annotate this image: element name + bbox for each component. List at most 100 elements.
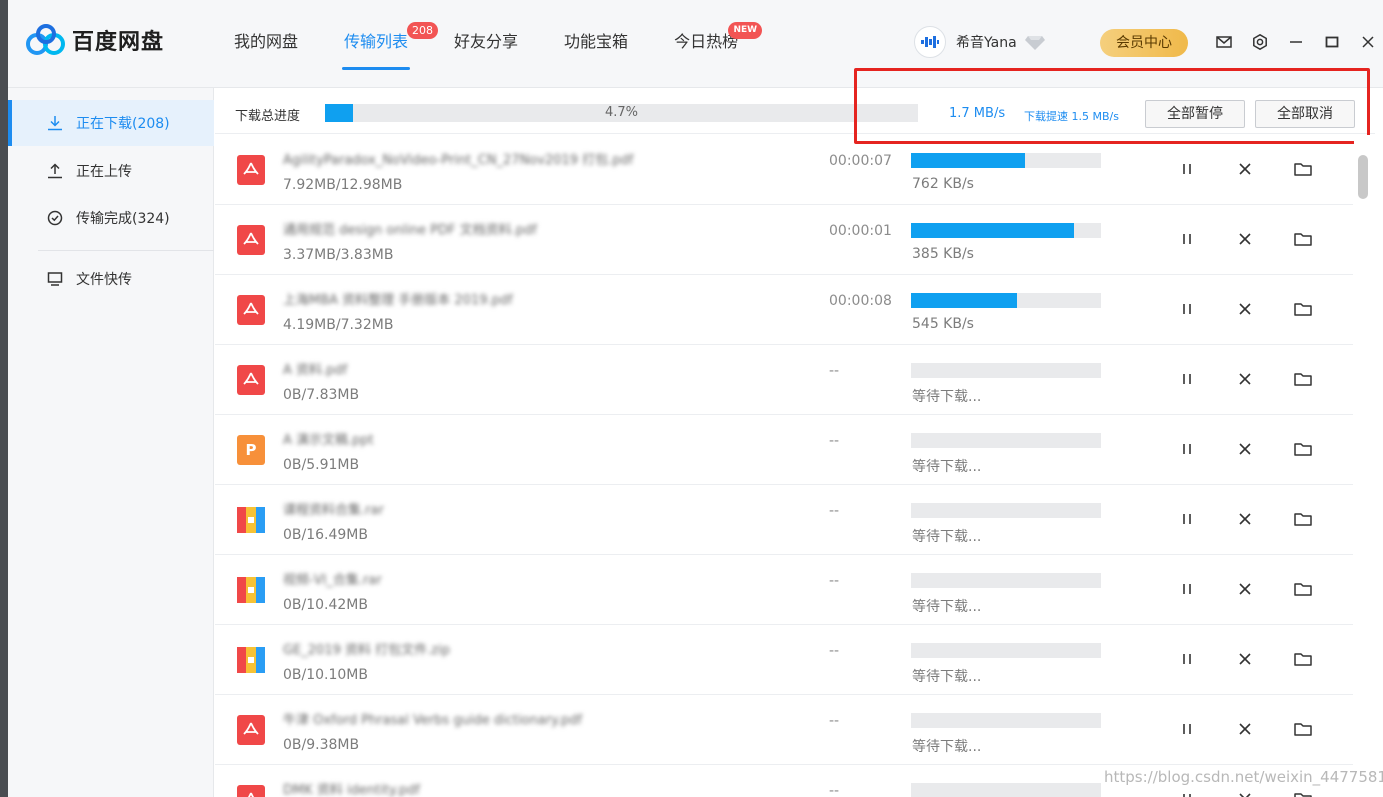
vip-center-button[interactable]: 会员中心: [1100, 29, 1188, 57]
tab-toolbox[interactable]: 功能宝箱: [562, 0, 630, 88]
file-progress-fill: [911, 293, 1018, 308]
file-progress-track: [911, 713, 1101, 728]
main-nav: 我的网盘 传输列表 208 好友分享 功能宝箱 今日热榜 NEW: [232, 0, 782, 88]
close-icon[interactable]: [1358, 30, 1378, 54]
file-status: 545 KB/s: [912, 316, 974, 332]
folder-icon[interactable]: [1291, 157, 1315, 181]
file-size: 4.19MB/7.32MB: [283, 317, 394, 333]
cancel-icon[interactable]: [1233, 437, 1257, 461]
pause-icon[interactable]: [1175, 577, 1199, 601]
tab-friend-share[interactable]: 好友分享: [452, 0, 520, 88]
pause-icon[interactable]: [1175, 367, 1199, 391]
download-row[interactable]: 牛津 Oxford Phrasal Verbs guide dictionary…: [215, 695, 1353, 765]
pdf-file-icon: [237, 295, 265, 325]
pause-icon[interactable]: [1175, 297, 1199, 321]
cancel-all-button[interactable]: 全部取消: [1255, 100, 1355, 128]
file-status: 等待下载...: [912, 459, 982, 475]
avatar[interactable]: [914, 26, 946, 58]
file-progress-track: [911, 223, 1101, 238]
file-progress-track: [911, 293, 1101, 308]
file-size: 3.37MB/3.83MB: [283, 247, 394, 263]
file-name: A 资料.pdf: [283, 363, 348, 377]
archive-file-icon: [237, 505, 265, 535]
sidebar-item-completed[interactable]: 传输完成(324): [8, 195, 214, 241]
overall-progress-bar: 下载总进度 4.7% 1.7 MB/s 下载提速 1.5 MB/s 全部暂停 全…: [215, 92, 1375, 134]
pause-icon[interactable]: [1175, 437, 1199, 461]
pause-icon[interactable]: [1175, 647, 1199, 671]
file-name: DMK 资料 identity.pdf: [283, 783, 420, 797]
cancel-icon[interactable]: [1233, 507, 1257, 531]
tab-label: 功能宝箱: [564, 32, 629, 51]
file-status: 等待下载...: [912, 669, 982, 685]
file-size: 0B/16.49MB: [283, 527, 368, 543]
pause-icon[interactable]: [1175, 157, 1199, 181]
scrollbar[interactable]: [1354, 135, 1375, 797]
download-row[interactable]: 视频-VI_合集.rar 0B/10.42MB -- 等待下载...: [215, 555, 1353, 625]
file-size: 0B/5.91MB: [283, 457, 360, 473]
user-profile[interactable]: 希音Yana: [914, 26, 1045, 58]
file-name: 上海MBA 资料整理 手册版本 2019.pdf: [283, 293, 513, 307]
pause-icon[interactable]: [1175, 787, 1199, 797]
file-progress-fill: [911, 223, 1075, 238]
file-status: 等待下载...: [912, 739, 982, 755]
mail-icon[interactable]: [1214, 30, 1234, 54]
file-name: A 演示文稿.ppt: [283, 433, 374, 447]
maximize-icon[interactable]: [1322, 30, 1342, 54]
title-bar: 百度网盘 我的网盘 传输列表 208 好友分享 功能宝箱 今日热榜 NEW 希音…: [8, 0, 1383, 88]
download-row[interactable]: A 资料.pdf 0B/7.83MB -- 等待下载...: [215, 345, 1353, 415]
pdf-file-icon: [237, 155, 265, 185]
download-row[interactable]: 课程资料合集.rar 0B/16.49MB -- 等待下载...: [215, 485, 1353, 555]
download-row[interactable]: 上海MBA 资料整理 手册版本 2019.pdf 4.19MB/7.32MB 00:…: [215, 275, 1353, 345]
file-progress-track: [911, 503, 1101, 518]
time-remaining: --: [829, 433, 840, 449]
gear-icon[interactable]: [1250, 30, 1270, 54]
scrollbar-thumb[interactable]: [1358, 155, 1368, 199]
file-name: GE_2019 资料 打包文件.zip: [283, 643, 450, 657]
cancel-icon[interactable]: [1233, 157, 1257, 181]
folder-icon[interactable]: [1291, 787, 1315, 797]
file-progress-fill: [911, 153, 1025, 168]
pause-icon[interactable]: [1175, 227, 1199, 251]
file-progress-track: [911, 433, 1101, 448]
download-row[interactable]: GE_2019 资料 打包文件.zip 0B/10.10MB -- 等待下载...: [215, 625, 1353, 695]
folder-icon[interactable]: [1291, 297, 1315, 321]
folder-icon[interactable]: [1291, 507, 1315, 531]
pause-icon[interactable]: [1175, 717, 1199, 741]
cancel-icon[interactable]: [1233, 297, 1257, 321]
cancel-icon[interactable]: [1233, 717, 1257, 741]
folder-icon[interactable]: [1291, 647, 1315, 671]
file-status: 等待下载...: [912, 389, 982, 405]
download-row[interactable]: AgilityParadox_NoVideo-Print_CN_27Nov201…: [215, 135, 1353, 205]
file-status: 762 KB/s: [912, 176, 974, 192]
download-row[interactable]: 通用规范 design online PDF 文档资料.pdf 3.37MB/3.…: [215, 205, 1353, 275]
pause-all-button[interactable]: 全部暂停: [1145, 100, 1245, 128]
cancel-icon[interactable]: [1233, 227, 1257, 251]
overall-progress-percent: 4.7%: [604, 105, 639, 120]
sidebar-item-quick-transfer[interactable]: 文件快传: [8, 256, 214, 302]
time-remaining: --: [829, 573, 840, 589]
cancel-icon[interactable]: [1233, 647, 1257, 671]
folder-icon[interactable]: [1291, 227, 1315, 251]
cancel-icon[interactable]: [1233, 577, 1257, 601]
cancel-icon[interactable]: [1233, 787, 1257, 797]
sidebar-item-downloading[interactable]: 正在下载(208): [8, 100, 214, 146]
file-progress-track: [911, 363, 1101, 378]
folder-icon[interactable]: [1291, 577, 1315, 601]
time-remaining: 00:00:08: [829, 293, 892, 309]
folder-icon[interactable]: [1291, 437, 1315, 461]
cancel-icon[interactable]: [1233, 367, 1257, 391]
time-remaining: 00:00:07: [829, 153, 892, 169]
sidebar-item-uploading[interactable]: 正在上传: [8, 148, 214, 194]
folder-icon[interactable]: [1291, 367, 1315, 391]
file-progress-track: [911, 573, 1101, 588]
minimize-icon[interactable]: [1286, 30, 1306, 54]
tab-hot-list[interactable]: 今日热榜 NEW: [672, 0, 763, 88]
download-row[interactable]: P A 演示文稿.ppt 0B/5.91MB -- 等待下载...: [215, 415, 1353, 485]
file-name: AgilityParadox_NoVideo-Print_CN_27Nov201…: [283, 153, 634, 167]
pause-icon[interactable]: [1175, 507, 1199, 531]
sidebar-item-label: 文件快传: [76, 272, 132, 288]
folder-icon[interactable]: [1291, 717, 1315, 741]
tab-transfer-list[interactable]: 传输列表 208: [342, 0, 439, 88]
tab-my-drive[interactable]: 我的网盘: [232, 0, 300, 88]
speed-boost-link[interactable]: 下载提速 1.5 MB/s: [1024, 108, 1119, 124]
